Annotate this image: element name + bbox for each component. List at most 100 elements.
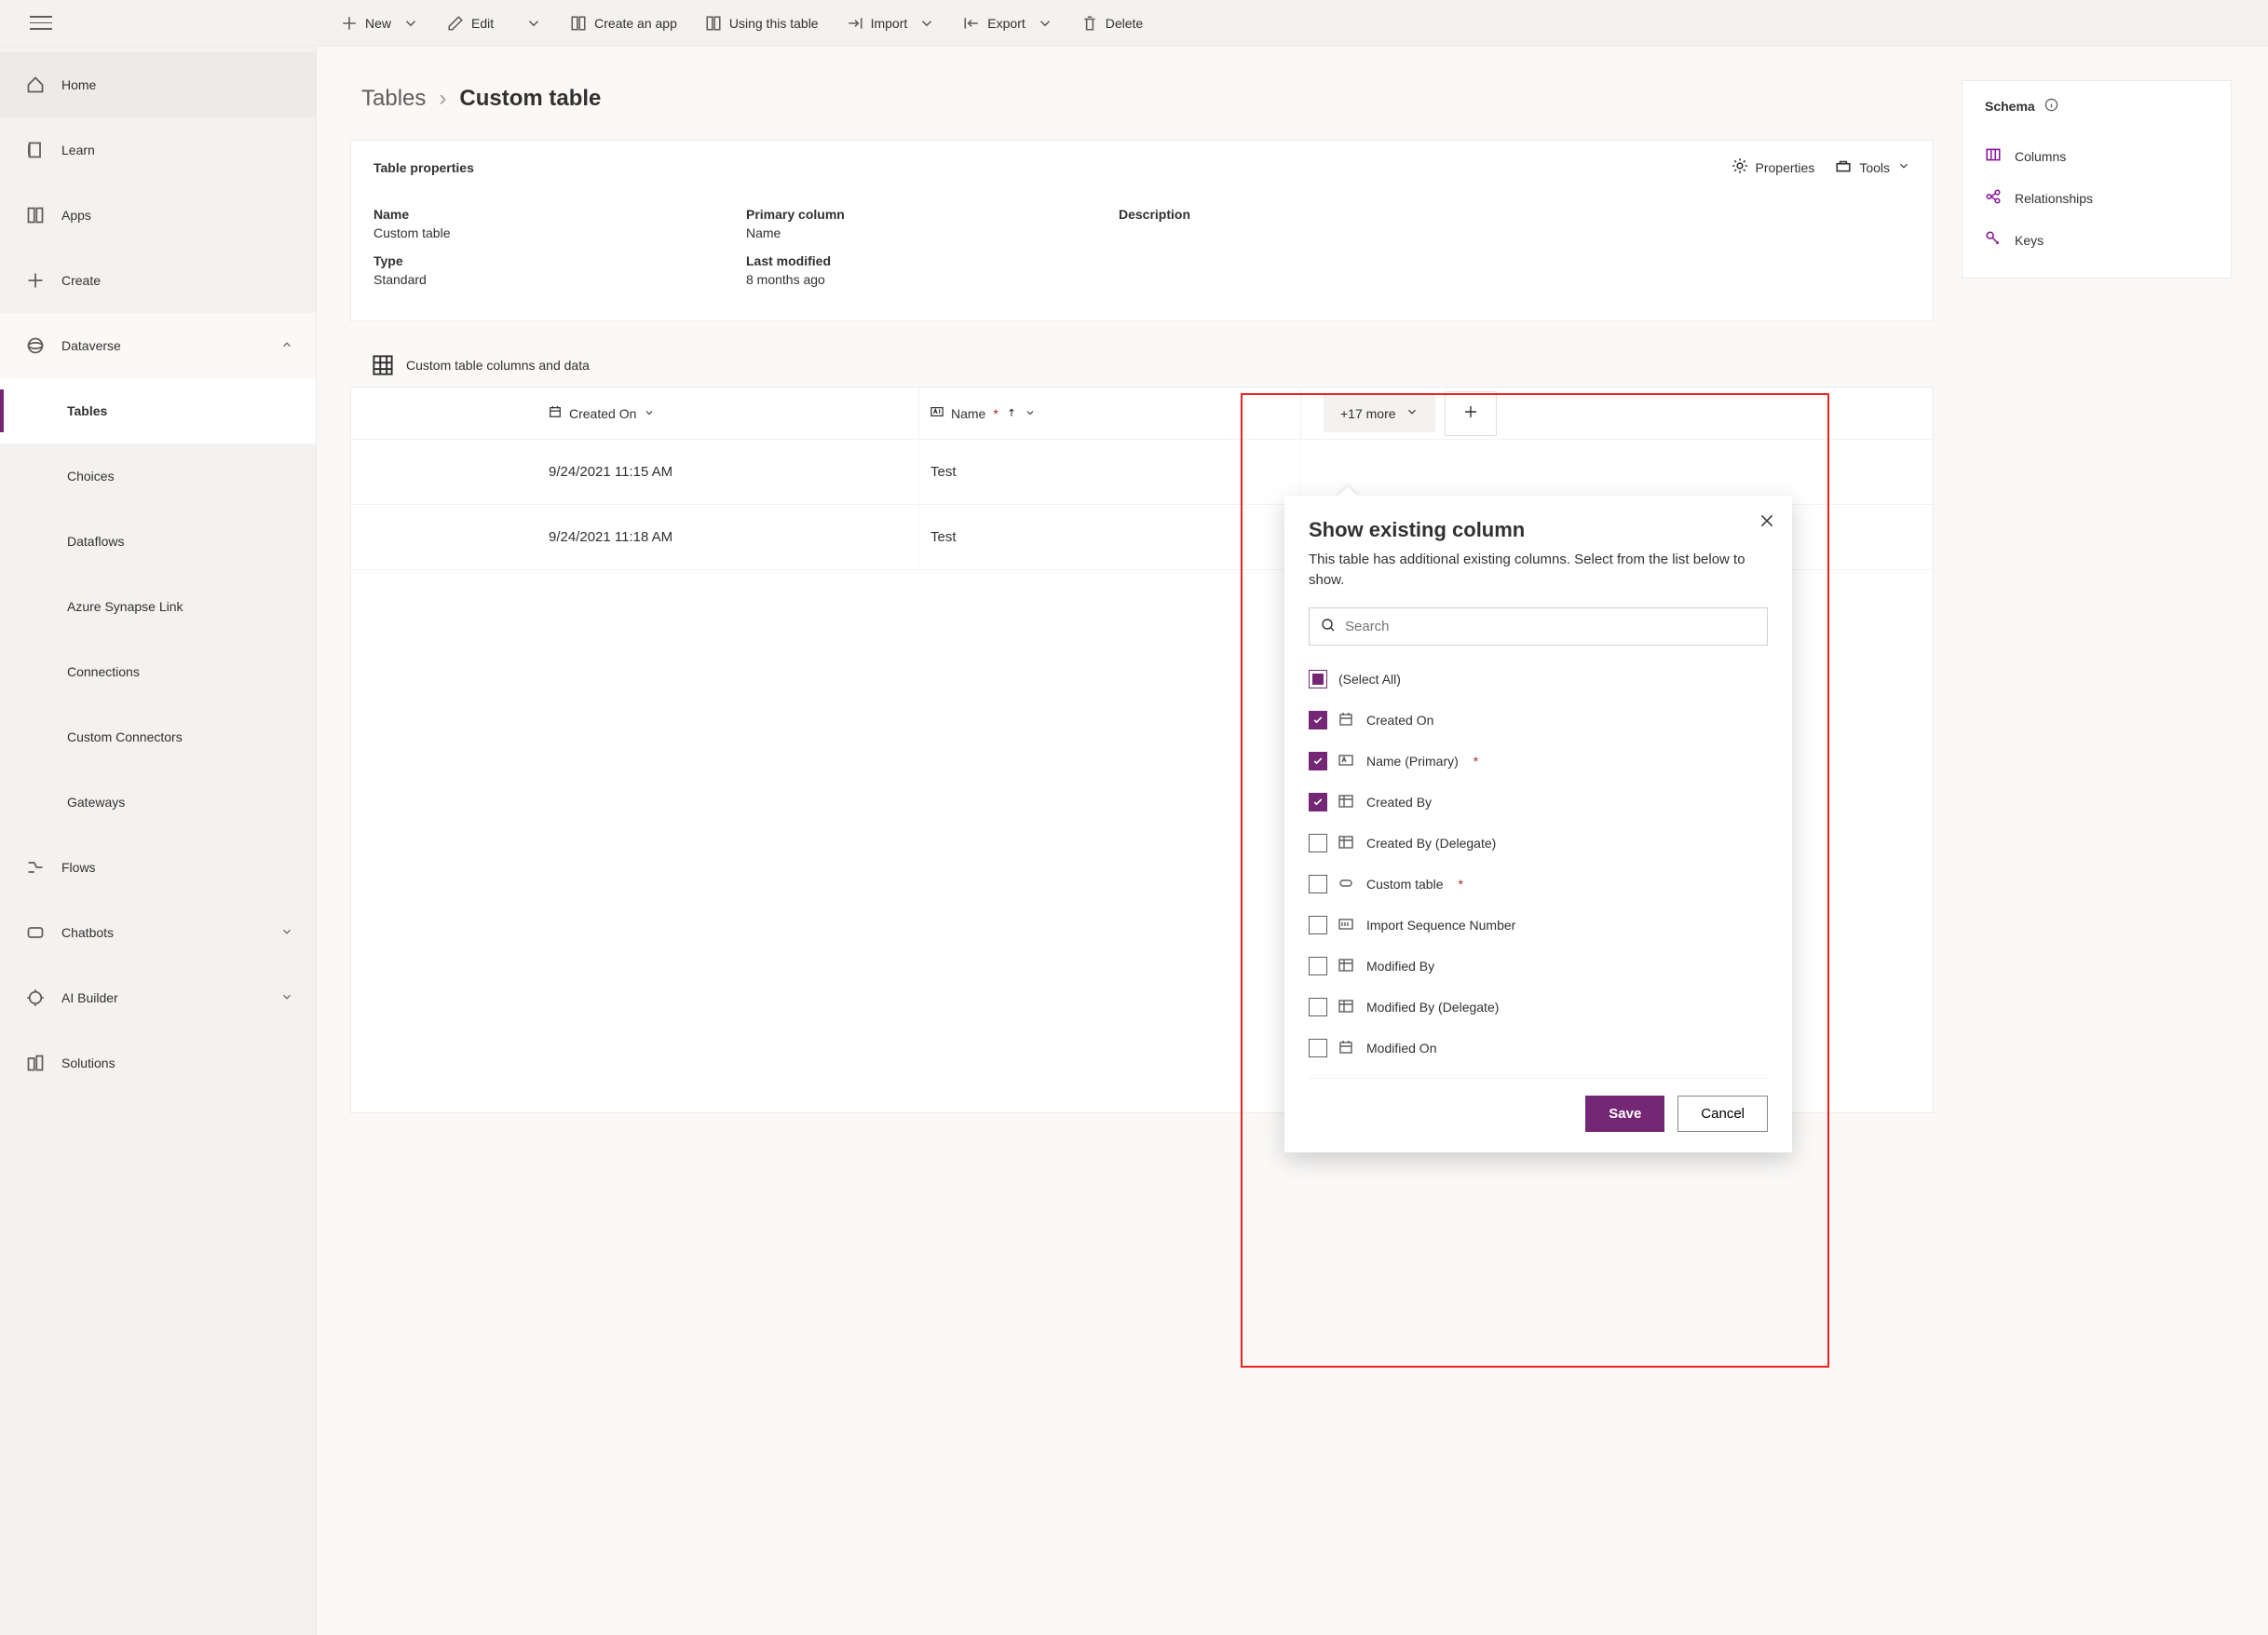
schema-title: Schema (1985, 99, 2035, 114)
schema-relationships[interactable]: Relationships (1985, 177, 2208, 219)
column-item-label: Custom table (1366, 877, 1443, 892)
nav-learn[interactable]: Learn (0, 117, 316, 183)
checkbox[interactable] (1309, 793, 1327, 811)
data-section: Custom table columns and data Created On (350, 344, 1934, 1113)
checkbox[interactable] (1309, 752, 1327, 770)
export-button[interactable]: Export (952, 9, 1064, 37)
pencil-icon (447, 15, 464, 32)
column-list-item[interactable]: Modified By (Delegate) (1309, 987, 1760, 1028)
flyout-subtitle: This table has additional existing colum… (1309, 550, 1768, 591)
cancel-button[interactable]: Cancel (1677, 1096, 1768, 1132)
nav-ai-builder[interactable]: AI Builder (0, 965, 316, 1030)
nav-tables[interactable]: Tables (0, 378, 316, 443)
search-icon (1321, 618, 1336, 635)
close-button[interactable] (1759, 512, 1775, 532)
nav-choices[interactable]: Choices (0, 443, 316, 509)
column-list-item[interactable]: Modified On (1309, 1028, 1760, 1069)
column-list-item[interactable]: Custom table * (1309, 864, 1760, 905)
tools-button[interactable]: Tools (1835, 157, 1910, 177)
column-item-label: Import Sequence Number (1366, 918, 1515, 933)
nav-create-label: Create (61, 273, 101, 288)
new-label: New (365, 16, 391, 31)
tools-label: Tools (1859, 160, 1890, 175)
data-section-title: Custom table columns and data (406, 358, 590, 373)
text-type-icon (1338, 753, 1355, 770)
checkbox[interactable] (1309, 834, 1327, 852)
required-marker: * (1474, 754, 1478, 769)
more-columns-button[interactable]: +17 more (1324, 394, 1435, 432)
schema-panel: Schema Columns Relationships Keys (1962, 80, 2232, 279)
required-marker: * (1458, 877, 1462, 892)
column-list-item[interactable]: Modified By (1309, 946, 1760, 987)
nav-create[interactable]: Create (0, 248, 316, 313)
nav-home[interactable]: Home (0, 52, 316, 117)
checkbox[interactable] (1309, 670, 1327, 688)
schema-keys[interactable]: Keys (1985, 219, 2208, 261)
nav-flows-label: Flows (61, 860, 96, 875)
properties-button[interactable]: Properties (1732, 157, 1815, 177)
breadcrumb-root[interactable]: Tables (361, 86, 426, 112)
col-header-created[interactable]: Created On (537, 388, 919, 439)
column-item-label: (Select All) (1338, 672, 1401, 687)
nav-dataflows[interactable]: Dataflows (0, 509, 316, 574)
column-list-item[interactable]: Name (Primary) * (1309, 741, 1760, 782)
nav-dataverse[interactable]: Dataverse (0, 313, 316, 378)
nav-gateways[interactable]: Gateways (0, 770, 316, 835)
schema-columns[interactable]: Columns (1985, 135, 2208, 177)
table-properties-card: Table properties Properties Tools (350, 140, 1934, 321)
col-header-name[interactable]: Name * (919, 388, 1301, 439)
add-column-button[interactable] (1445, 391, 1497, 436)
column-list-item[interactable]: Created By (Delegate) (1309, 823, 1760, 864)
key-type-icon (1338, 876, 1355, 892)
lookup-type-icon (1338, 958, 1355, 974)
nav-connections[interactable]: Connections (0, 639, 316, 704)
relationships-icon (1985, 188, 2002, 208)
nav-apps-label: Apps (61, 208, 91, 223)
nav-flows[interactable]: Flows (0, 835, 316, 900)
prop-name-value: Custom table (373, 225, 746, 240)
column-list-item[interactable]: (Select All) (1309, 659, 1760, 700)
using-table-button[interactable]: Using this table (694, 9, 830, 37)
plus-icon (26, 271, 45, 290)
chevron-down-icon (644, 406, 655, 421)
new-button[interactable]: New (330, 9, 430, 37)
save-button[interactable]: Save (1585, 1096, 1664, 1132)
search-input[interactable] (1345, 619, 1756, 634)
keys-icon (1985, 230, 2002, 250)
checkbox[interactable] (1309, 957, 1327, 975)
checkbox[interactable] (1309, 875, 1327, 893)
prop-type-value: Standard (373, 272, 746, 287)
import-button[interactable]: Import (835, 9, 947, 37)
properties-label: Properties (1756, 160, 1815, 175)
column-list-item[interactable]: Created By (1309, 782, 1760, 823)
create-app-button[interactable]: Create an app (559, 9, 688, 37)
schema-columns-label: Columns (2015, 149, 2066, 164)
more-columns-label: +17 more (1340, 406, 1396, 421)
left-nav: Home Learn Apps Create Dataverse Tables (0, 47, 317, 1635)
delete-label: Delete (1106, 16, 1143, 31)
nav-chatbots[interactable]: Chatbots (0, 900, 316, 965)
chevron-down-icon (525, 15, 542, 32)
chevron-right-icon: › (439, 86, 446, 112)
checkbox[interactable] (1309, 711, 1327, 729)
nav-choices-label: Choices (67, 469, 115, 484)
nav-apps[interactable]: Apps (0, 183, 316, 248)
column-list: (Select All) Created On Name (Primary) * Cre… (1309, 659, 1768, 1069)
delete-button[interactable]: Delete (1070, 9, 1154, 37)
column-item-label: Name (Primary) (1366, 754, 1459, 769)
checkbox[interactable] (1309, 1039, 1327, 1057)
column-list-item[interactable]: Created On (1309, 700, 1760, 741)
edit-button[interactable]: Edit (436, 9, 553, 37)
info-icon[interactable] (2044, 98, 2058, 115)
column-list-item[interactable]: Import Sequence Number (1309, 905, 1760, 946)
nav-solutions[interactable]: Solutions (0, 1030, 316, 1096)
search-input-wrapper[interactable] (1309, 607, 1768, 646)
nav-dataverse-label: Dataverse (61, 338, 121, 353)
dataverse-icon (26, 336, 45, 355)
flyout-caret-icon (1337, 486, 1359, 497)
checkbox[interactable] (1309, 998, 1327, 1016)
hamburger-icon[interactable] (30, 12, 52, 34)
nav-custom-connectors[interactable]: Custom Connectors (0, 704, 316, 770)
nav-synapse[interactable]: Azure Synapse Link (0, 574, 316, 639)
checkbox[interactable] (1309, 916, 1327, 934)
